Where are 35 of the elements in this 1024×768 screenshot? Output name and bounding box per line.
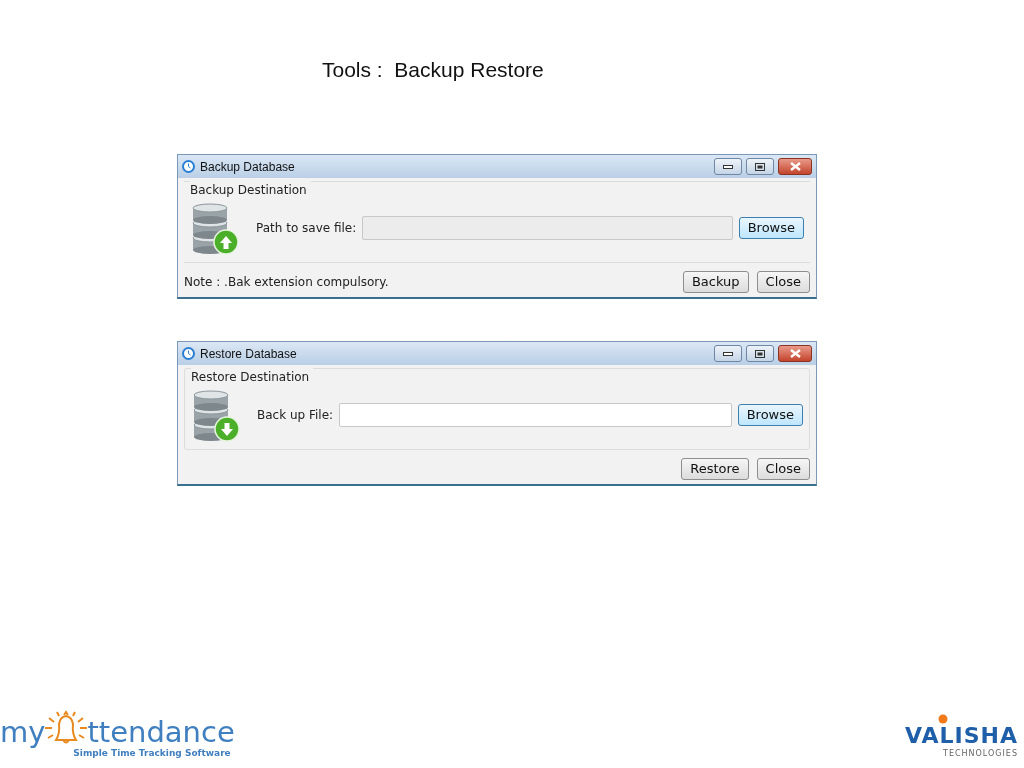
- logo-subtitle: TECHNOLOGIES: [943, 748, 1018, 760]
- minimize-icon: [723, 351, 733, 356]
- close-button[interactable]: [778, 345, 812, 362]
- clock-icon: [182, 347, 195, 360]
- close-button[interactable]: [778, 158, 812, 175]
- dialog-button[interactable]: Backup: [682, 271, 749, 293]
- bell-icon: [43, 709, 90, 746]
- file-path-field[interactable]: [339, 403, 732, 427]
- dot-icon: [938, 714, 948, 724]
- maximize-button[interactable]: [746, 345, 774, 362]
- minimize-icon: [723, 164, 733, 169]
- browse-button[interactable]: Browse: [738, 217, 804, 239]
- dialog-button[interactable]: Close: [756, 458, 810, 480]
- group-label: Backup Destination: [190, 181, 311, 199]
- note-text: Note : .Bak extension compulsory.: [184, 274, 389, 291]
- logo-text: my: [0, 716, 46, 747]
- maximize-icon: [755, 349, 765, 358]
- window-title: Restore Database: [200, 345, 297, 363]
- logo-text: VALISHA: [904, 724, 1018, 748]
- logo-tagline: Simple Time Tracking Software: [73, 746, 231, 760]
- maximize-icon: [755, 162, 765, 171]
- window-title: Backup Database: [200, 158, 295, 176]
- close-icon: [789, 349, 801, 358]
- browse-button[interactable]: Browse: [737, 404, 803, 426]
- clock-icon: [182, 160, 195, 173]
- dialog-button[interactable]: Restore: [681, 458, 749, 480]
- field-label: Back up File:: [257, 407, 334, 424]
- minimize-button[interactable]: [714, 158, 742, 175]
- logo-text: ttendance: [87, 716, 235, 747]
- minimize-button[interactable]: [714, 345, 742, 362]
- dialog-button[interactable]: Close: [756, 271, 810, 293]
- maximize-button[interactable]: [746, 158, 774, 175]
- slide-title: Tools : Backup Restore: [322, 57, 545, 83]
- field-label: Path to save file:: [256, 220, 357, 237]
- close-icon: [789, 162, 801, 171]
